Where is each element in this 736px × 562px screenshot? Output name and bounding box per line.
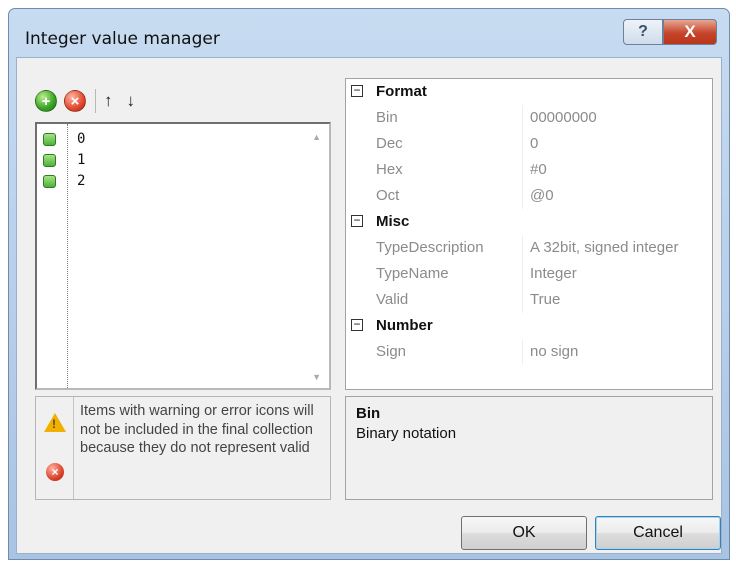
warning-icon-column: ! × bbox=[36, 397, 74, 499]
dialog-window: Integer value manager ? X + × ↑ ↓ 0 1 2 … bbox=[8, 8, 730, 560]
collapse-icon[interactable]: − bbox=[351, 318, 363, 331]
property-name: TypeName bbox=[376, 265, 449, 282]
remove-icon: × bbox=[70, 92, 80, 110]
description-title: Bin bbox=[356, 405, 381, 422]
ok-button[interactable]: OK bbox=[461, 516, 587, 550]
property-value: #0 bbox=[530, 161, 547, 178]
category-label: Number bbox=[376, 317, 433, 334]
property-name: Sign bbox=[376, 343, 407, 360]
property-value: A 32bit, signed integer bbox=[530, 239, 679, 256]
property-name: Oct bbox=[376, 187, 400, 204]
property-row-valid[interactable]: Valid True bbox=[346, 287, 712, 313]
property-value: @0 bbox=[530, 187, 554, 204]
list-toolbar: + × ↑ ↓ bbox=[35, 86, 149, 116]
help-icon: ? bbox=[638, 23, 648, 40]
property-row-typename[interactable]: TypeName Integer bbox=[346, 261, 712, 287]
close-button[interactable]: X bbox=[663, 19, 717, 45]
property-name: TypeDescription bbox=[376, 239, 484, 256]
warning-panel: ! × Items with warning or error icons wi… bbox=[35, 396, 331, 500]
property-name: Hex bbox=[376, 161, 403, 178]
scroll-up-arrow-icon[interactable]: ▲ bbox=[312, 132, 321, 142]
property-value: 0 bbox=[530, 135, 539, 152]
valid-status-icon bbox=[43, 132, 56, 146]
collapse-icon[interactable]: − bbox=[351, 214, 363, 227]
property-value: no sign bbox=[530, 343, 579, 360]
property-value: Integer bbox=[530, 265, 577, 282]
list-item-label: 0 bbox=[77, 131, 86, 147]
property-name: Dec bbox=[376, 135, 403, 152]
category-label: Format bbox=[376, 83, 427, 100]
property-description-panel: Bin Binary notation bbox=[345, 396, 713, 500]
list-item[interactable]: 0 bbox=[37, 130, 307, 148]
move-up-button[interactable]: ↑ bbox=[104, 91, 113, 111]
property-row-sign[interactable]: Sign no sign bbox=[346, 339, 712, 365]
scroll-down-arrow-icon[interactable]: ▼ bbox=[312, 372, 321, 382]
category-format[interactable]: − Format bbox=[346, 79, 712, 105]
move-down-button[interactable]: ↓ bbox=[127, 91, 136, 111]
toolbar-separator bbox=[95, 89, 96, 113]
add-icon: + bbox=[41, 92, 51, 110]
property-value: True bbox=[530, 291, 561, 308]
dialog-client-area: + × ↑ ↓ 0 1 2 ▲ ▼ ! × Items with warning… bbox=[16, 57, 722, 554]
category-misc[interactable]: − Misc bbox=[346, 209, 712, 235]
error-icon: × bbox=[46, 463, 64, 481]
remove-item-button[interactable]: × bbox=[64, 90, 86, 112]
list-item-label: 1 bbox=[77, 152, 86, 168]
category-number[interactable]: − Number bbox=[346, 313, 712, 339]
valid-status-icon bbox=[43, 174, 56, 188]
warning-text: Items with warning or error icons will n… bbox=[80, 403, 314, 456]
property-grid[interactable]: − Format Bin 00000000 Dec 0 Hex #0 Oct @… bbox=[345, 78, 713, 390]
property-row-typedescription[interactable]: TypeDescription A 32bit, signed integer bbox=[346, 235, 712, 261]
property-row-bin[interactable]: Bin 00000000 bbox=[346, 105, 712, 131]
cancel-button[interactable]: Cancel bbox=[595, 516, 721, 550]
property-row-hex[interactable]: Hex #0 bbox=[346, 157, 712, 183]
list-item[interactable]: 2 bbox=[37, 172, 307, 190]
category-label: Misc bbox=[376, 213, 410, 230]
property-name: Bin bbox=[376, 109, 398, 126]
collapse-icon[interactable]: − bbox=[351, 84, 363, 97]
property-name: Valid bbox=[376, 291, 409, 308]
property-value: 00000000 bbox=[530, 109, 597, 126]
close-icon: X bbox=[684, 22, 696, 41]
list-item-label: 2 bbox=[77, 173, 86, 189]
list-item[interactable]: 1 bbox=[37, 151, 307, 169]
help-button[interactable]: ? bbox=[623, 19, 663, 45]
window-title: Integer value manager bbox=[25, 29, 220, 49]
value-list[interactable]: 0 1 2 ▲ ▼ bbox=[35, 122, 331, 390]
property-row-dec[interactable]: Dec 0 bbox=[346, 131, 712, 157]
property-row-oct[interactable]: Oct @0 bbox=[346, 183, 712, 209]
add-item-button[interactable]: + bbox=[35, 90, 57, 112]
description-text: Binary notation bbox=[356, 425, 457, 442]
valid-status-icon bbox=[43, 153, 56, 167]
warning-mark: ! bbox=[52, 417, 56, 431]
